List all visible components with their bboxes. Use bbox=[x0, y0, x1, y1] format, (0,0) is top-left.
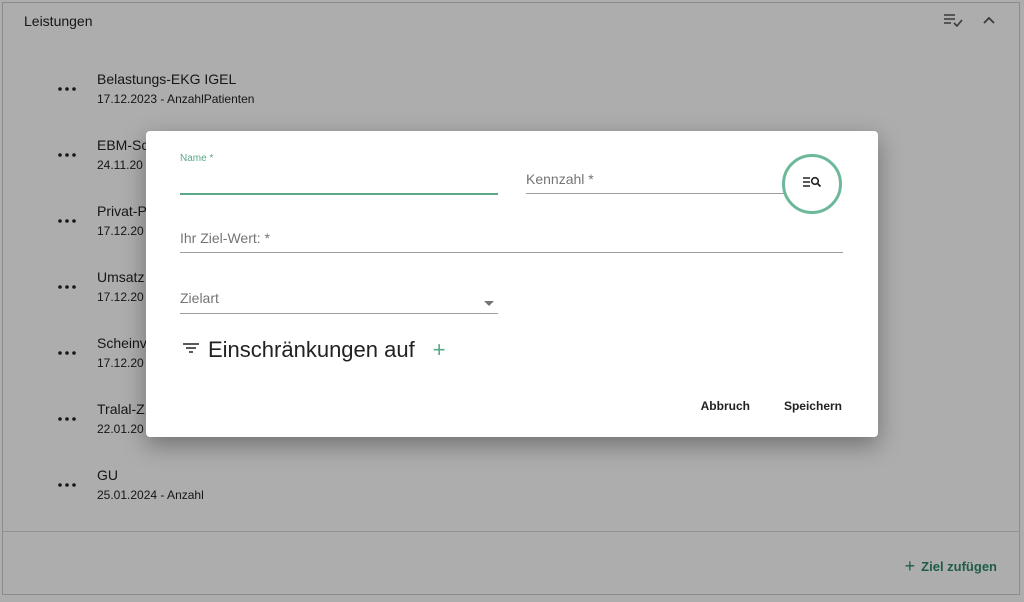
filter-lines-icon bbox=[182, 341, 200, 360]
kennzahl-label: Kennzahl * bbox=[526, 171, 594, 187]
dialog-actions: Abbruch Speichern bbox=[701, 399, 842, 413]
kennzahl-field[interactable]: Kennzahl * bbox=[526, 171, 786, 195]
goal-dialog: Name * Kennzahl * Ihr Ziel-Wert: * Ziela… bbox=[146, 131, 878, 437]
ziel-wert-label: Ihr Ziel-Wert: * bbox=[180, 230, 270, 246]
ziel-wert-underline bbox=[180, 252, 843, 253]
restrictions-title: Einschränkungen auf bbox=[208, 337, 415, 362]
kennzahl-underline bbox=[526, 193, 786, 194]
name-label: Name * bbox=[180, 153, 214, 164]
zielart-underline bbox=[180, 313, 498, 314]
add-restriction-button[interactable]: + bbox=[433, 339, 446, 361]
name-input[interactable] bbox=[180, 171, 498, 191]
name-underline bbox=[180, 193, 498, 195]
zielart-select[interactable]: Zielart bbox=[180, 289, 498, 315]
kennzahl-search-button[interactable] bbox=[782, 154, 842, 214]
restrictions-section: Einschränkungen auf + bbox=[182, 337, 446, 363]
zielart-label: Zielart bbox=[180, 290, 219, 306]
dropdown-arrow-icon bbox=[484, 301, 494, 306]
list-search-icon bbox=[802, 175, 822, 194]
name-field[interactable]: Name * bbox=[180, 153, 498, 195]
save-button[interactable]: Speichern bbox=[784, 399, 842, 413]
cancel-button[interactable]: Abbruch bbox=[701, 399, 750, 413]
ziel-wert-field[interactable]: Ihr Ziel-Wert: * bbox=[180, 230, 843, 254]
